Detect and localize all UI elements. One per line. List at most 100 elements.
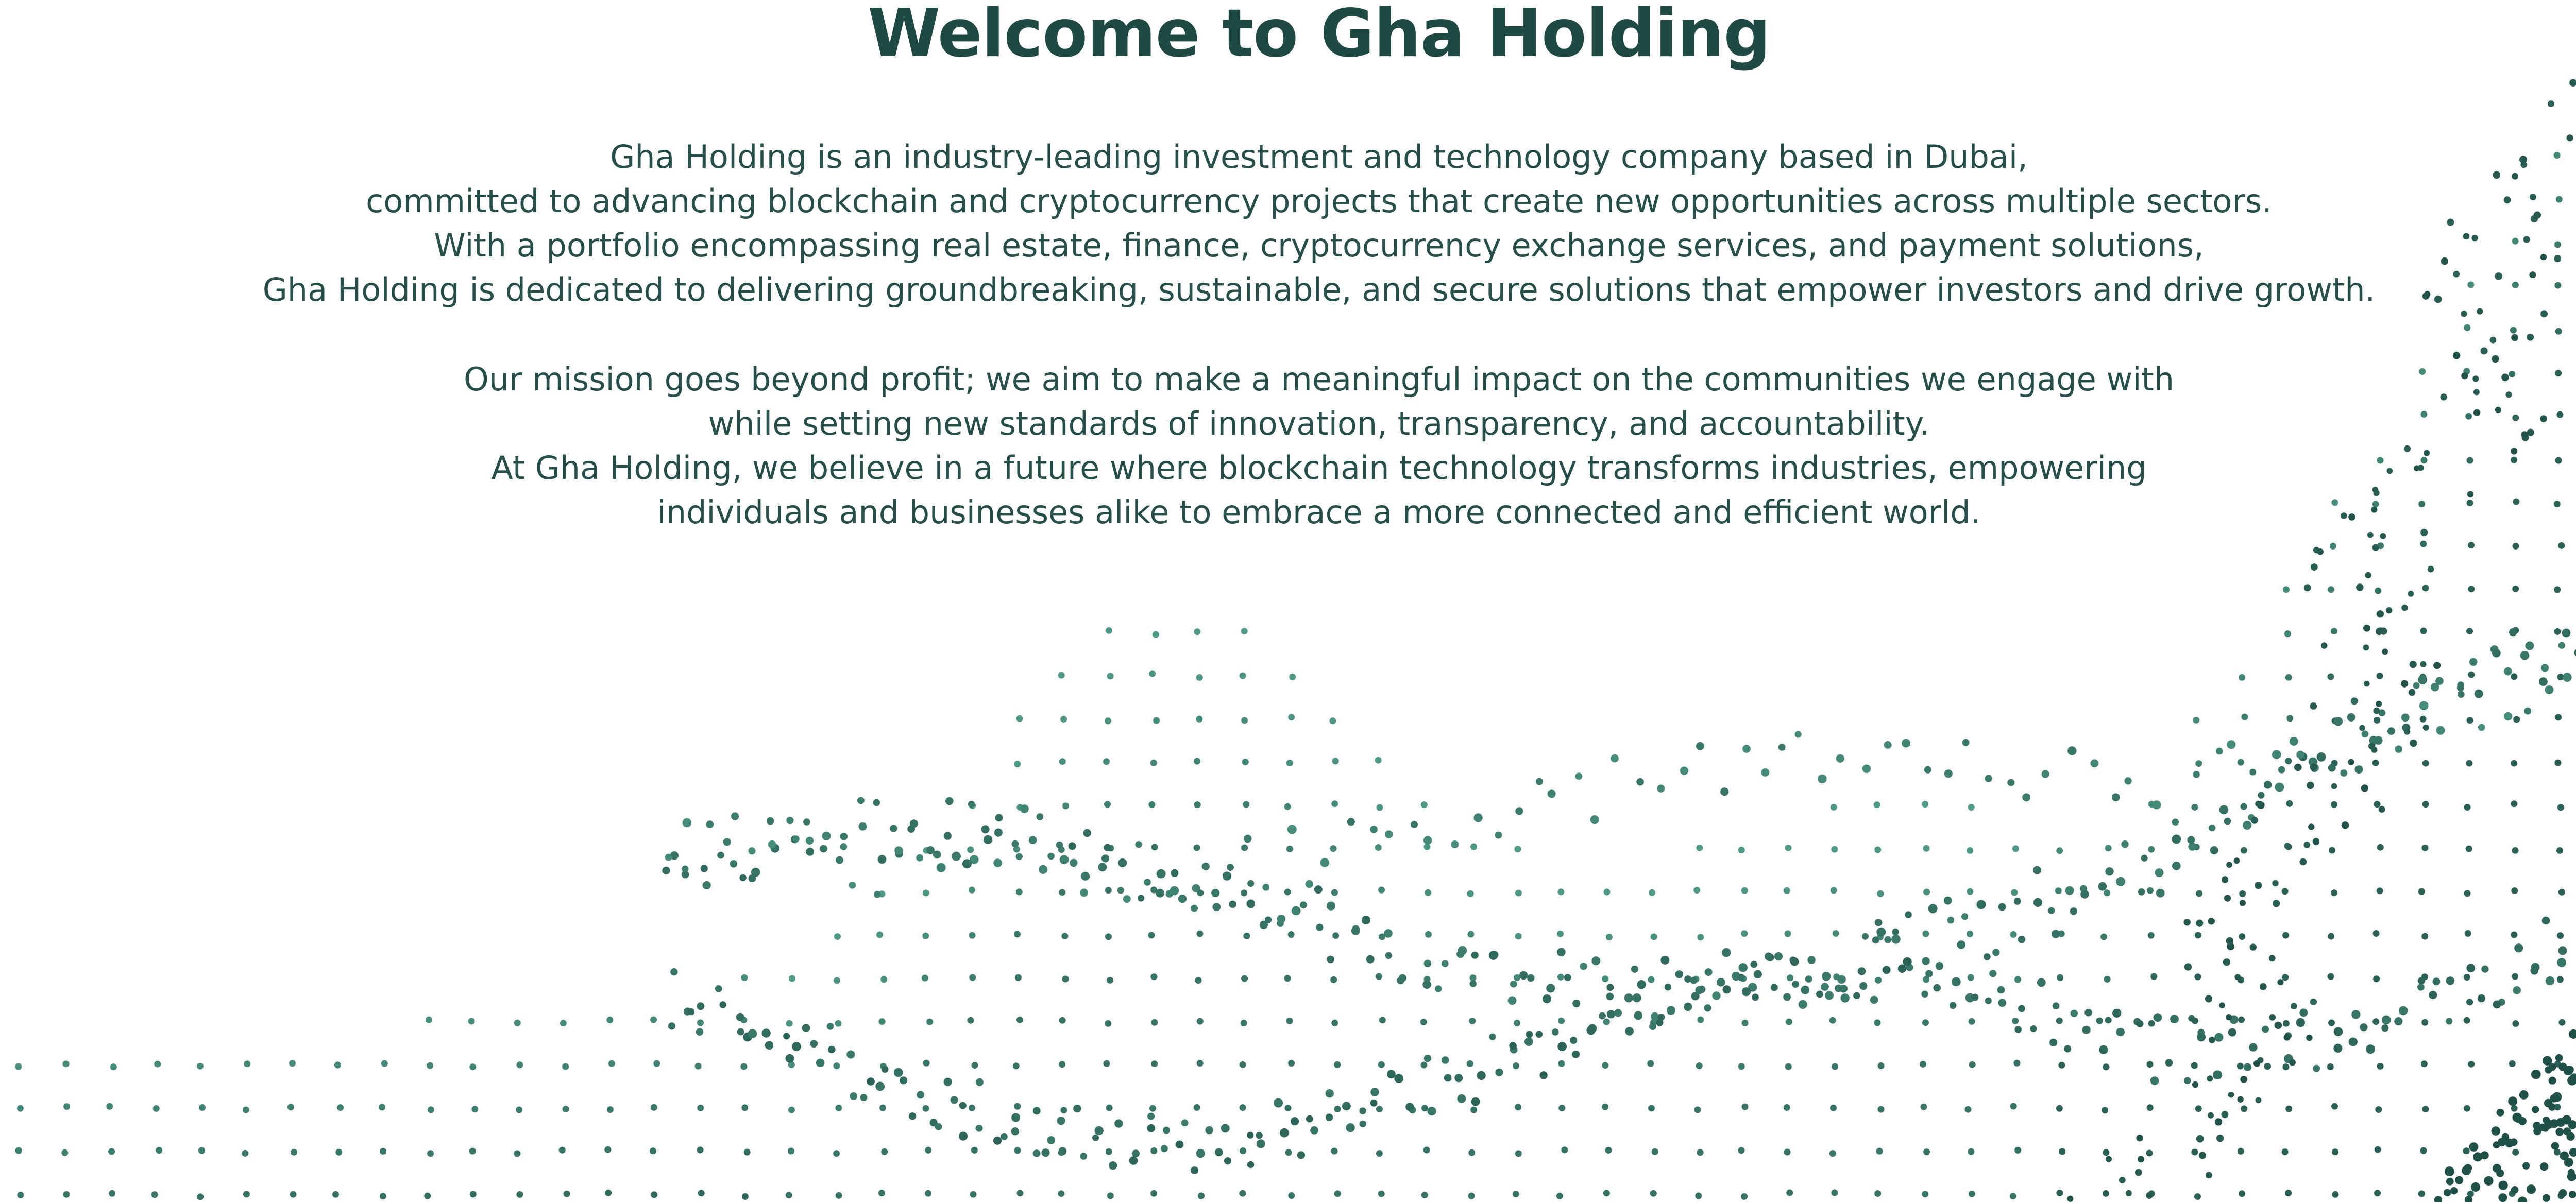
decor-dot [2520,651,2530,660]
decor-dot [1196,1060,1204,1067]
decor-dot [2240,803,2247,810]
decor-dot [1821,983,1829,991]
decor-dot [1469,1017,1476,1024]
decor-dot [1191,1166,1199,1175]
decor-dot [1968,1148,1975,1155]
decor-dot [2566,1132,2575,1141]
decor-dot [2513,716,2520,723]
decor-dot [765,1041,774,1050]
decor-dot [287,1104,294,1111]
decor-dot [1892,928,1899,936]
decor-dot [1876,1147,1883,1155]
decor-dot [2401,604,2408,611]
decor-dot [1697,934,1704,941]
decor-dot [2374,801,2381,808]
decor-dot [2512,847,2519,854]
decor-dot [198,1147,205,1154]
decor-dot [835,1192,842,1199]
decor-dot [925,1146,932,1154]
decor-dot [2241,847,2247,854]
decor-dot [1370,1099,1378,1107]
decor-dot [908,1112,917,1120]
decor-dot [970,1191,977,1198]
decor-dot [1284,975,1291,982]
decor-dot [63,1191,70,1198]
decor-dot [16,1105,24,1112]
decor-dot [1080,1153,1088,1160]
decor-dot [952,851,961,861]
decor-dot [1109,1161,1117,1170]
decor-dot [2533,1121,2541,1130]
decor-dot [943,832,952,840]
decor-dot [1014,931,1021,938]
decor-dot [2557,804,2564,811]
decor-dot [1106,1104,1113,1111]
decor-dot [334,1061,341,1069]
decor-dot [1314,885,1323,894]
decor-dot [1420,801,1428,809]
decor-dot [2333,1043,2343,1053]
decor-dot [1212,903,1221,912]
decor-dot [2347,713,2355,722]
decor-dot [381,1060,388,1067]
decor-dot [1921,990,1928,998]
decor-dot [2419,701,2429,710]
decor-dot [1837,975,1846,984]
decor-dot [836,856,843,864]
decor-dot [2238,1016,2245,1023]
decor-dot [2191,1062,2198,1069]
decor-dot [2548,1076,2556,1085]
decor-dot [1818,774,1827,784]
decor-dot [1786,1189,1793,1196]
decor-dot [1971,993,1979,1001]
decor-dot [833,1062,840,1070]
decor-dot [1968,1190,1975,1197]
decor-dot [1291,1117,1299,1126]
decor-dot [2096,1017,2103,1024]
decor-dot [1923,888,1930,896]
decor-dot [2013,898,2021,905]
decor-dot [1118,858,1127,867]
decor-dot [2124,777,2132,785]
decor-dot [1083,829,1091,837]
decor-dot [1062,975,1069,983]
decor-dot [2237,1096,2244,1103]
decor-dot [2195,1105,2202,1112]
decor-dot [2567,1075,2576,1086]
decor-dot [1717,978,1725,987]
decor-dot [1509,1042,1517,1050]
decor-dot [1874,1190,1882,1197]
decor-dot [1985,997,1992,1004]
decor-dot [1611,754,1619,763]
decor-dot [2413,682,2420,689]
decor-dot [1175,1140,1184,1149]
decor-dot [606,1106,614,1113]
decor-dot [2511,800,2518,808]
decor-dot [2331,783,2337,789]
decor-dot [1935,961,1944,970]
decor-dot [2555,1054,2563,1062]
decor-dot [2070,907,2078,915]
decor-dot [2170,1015,2179,1024]
decor-dot [2155,868,2164,878]
decor-dot [1451,840,1459,849]
decor-dot [1320,858,1330,867]
decor-dot [1194,628,1201,636]
decor-dot [1675,970,1684,978]
decor-dot [2188,1015,2195,1022]
decor-dot [1877,890,1884,897]
decor-dot [2327,673,2334,680]
decor-dot [1105,933,1112,940]
decor-dot [1073,1104,1081,1113]
decor-dot [335,1148,343,1156]
decor-dot [562,1063,569,1070]
decor-dot [650,1104,657,1111]
decor-dot [2103,1149,2110,1156]
decor-dot [723,838,731,846]
decor-dot [2328,764,2336,772]
decor-dot [2422,801,2429,808]
decor-dot [1241,628,1248,635]
decor-dot [2064,1045,2072,1053]
decor-dot [1387,1070,1396,1079]
decor-dot [1949,1002,1957,1009]
